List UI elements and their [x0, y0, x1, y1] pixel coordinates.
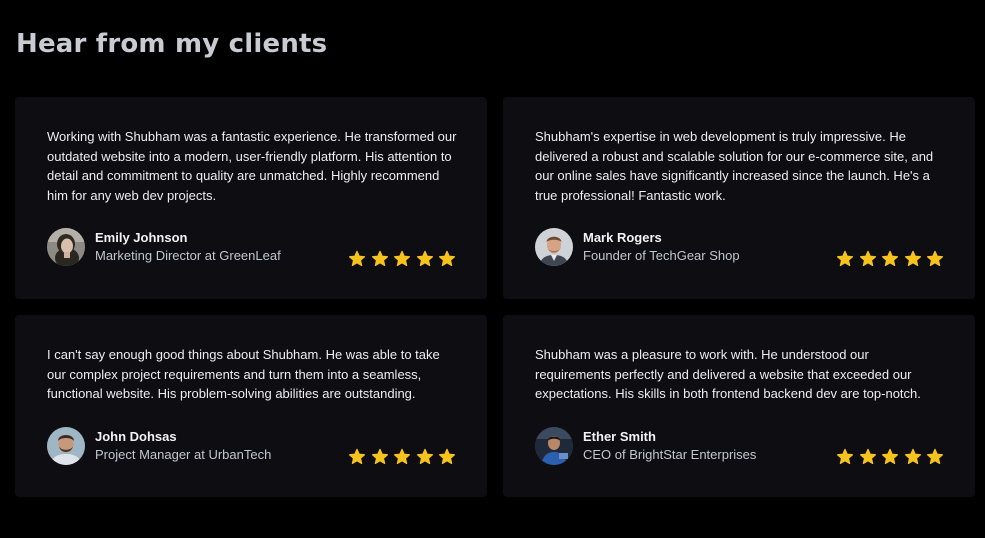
- star-icon: [416, 448, 433, 465]
- star-icon: [926, 250, 944, 267]
- author-role: Marketing Director at GreenLeaf: [95, 248, 281, 263]
- star-icon: [393, 250, 411, 267]
- author-role: CEO of BrightStar Enterprises: [583, 447, 757, 462]
- avatar: [47, 228, 85, 266]
- star-icon: [371, 250, 388, 267]
- avatar: [47, 427, 85, 465]
- star-icon: [371, 448, 388, 465]
- testimonial-quote: Shubham's expertise in web development i…: [535, 129, 934, 203]
- testimonial-card: Shubham's expertise in web development i…: [503, 97, 975, 299]
- star-icon: [416, 250, 433, 267]
- star-icon: [859, 448, 876, 465]
- avatar: [535, 427, 573, 465]
- testimonial-author: Mark Rogers Founder of TechGear Shop: [535, 228, 740, 266]
- star-rating: [832, 448, 945, 466]
- star-rating: [344, 448, 457, 466]
- author-name: Emily Johnson: [95, 230, 188, 245]
- star-icon: [348, 448, 366, 465]
- testimonial-author: John Dohsas Project Manager at UrbanTech: [47, 427, 271, 465]
- testimonial-card: Working with Shubham was a fantastic exp…: [15, 97, 487, 299]
- star-rating: [832, 250, 945, 268]
- testimonial-author: Ether Smith CEO of BrightStar Enterprise…: [535, 427, 756, 465]
- author-name: Ether Smith: [583, 429, 656, 444]
- star-icon: [836, 448, 854, 465]
- star-icon: [836, 250, 854, 267]
- testimonial-author: Emily Johnson Marketing Director at Gree…: [47, 228, 281, 266]
- star-icon: [881, 250, 899, 267]
- star-icon: [859, 250, 876, 267]
- author-name: Mark Rogers: [583, 230, 662, 245]
- star-icon: [904, 448, 921, 465]
- author-name: John Dohsas: [95, 429, 177, 444]
- author-role: Founder of TechGear Shop: [583, 248, 740, 263]
- star-rating: [344, 250, 457, 268]
- testimonial-card: I can't say enough good things about Shu…: [15, 315, 487, 497]
- star-icon: [904, 250, 921, 267]
- star-icon: [438, 448, 456, 465]
- author-role: Project Manager at UrbanTech: [95, 447, 272, 462]
- testimonial-quote: Shubham was a pleasure to work with. He …: [535, 347, 921, 401]
- testimonial-quote: Working with Shubham was a fantastic exp…: [47, 129, 457, 203]
- star-icon: [393, 448, 411, 465]
- testimonial-quote: I can't say enough good things about Shu…: [47, 347, 440, 401]
- section-title: Hear from my clients: [16, 29, 328, 59]
- testimonial-card: Shubham was a pleasure to work with. He …: [503, 315, 975, 497]
- star-icon: [926, 448, 944, 465]
- star-icon: [348, 250, 366, 267]
- star-icon: [438, 250, 456, 267]
- star-icon: [881, 448, 899, 465]
- avatar: [535, 228, 573, 266]
